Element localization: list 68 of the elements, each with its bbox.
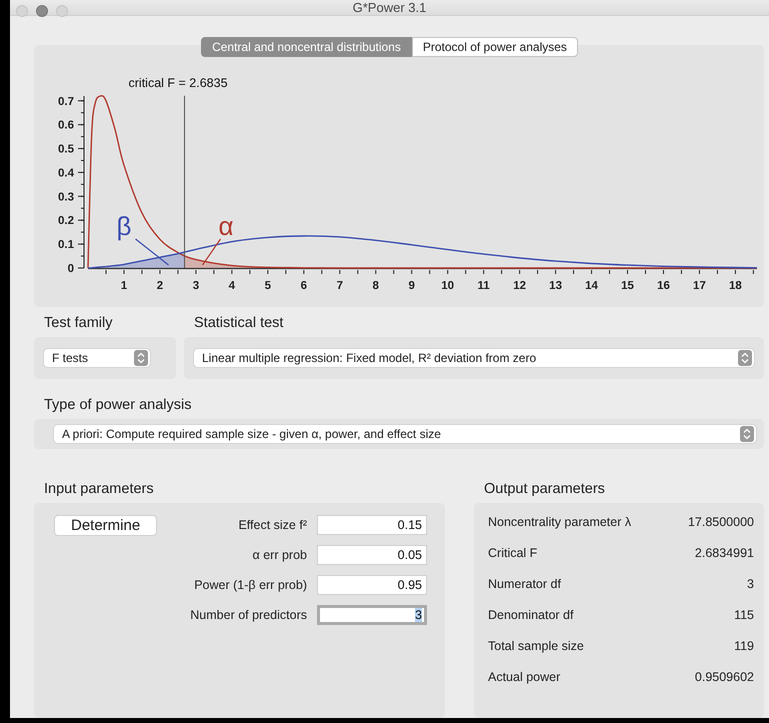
output-label: Noncentrality parameter λ — [488, 515, 632, 529]
x-tick-label: 10 — [441, 280, 454, 292]
dropdown[interactable]: F tests — [44, 349, 150, 367]
field-label: Power (1-β err prob) — [194, 578, 307, 592]
dropdown[interactable]: A priori: Compute required sample size - given α, power, and effect size — [54, 425, 756, 443]
output-label: Total sample size — [488, 639, 584, 653]
section-label: Type of power analysis — [43, 396, 192, 415]
leader-line — [135, 238, 169, 266]
determine-button[interactable]: Determine — [54, 515, 158, 536]
dropdown[interactable]: Linear multiple regression: Fixed model, R² deviation from zero — [194, 349, 754, 367]
x-tick-label: 14 — [585, 280, 598, 292]
y-tick-label: 0.4 — [58, 167, 74, 180]
stepper-icon — [134, 350, 148, 366]
x-tick-label: 7 — [336, 280, 343, 292]
section-label: Test family — [43, 314, 114, 333]
section-label: Input parameters — [43, 480, 155, 499]
field-label: Effect size f² — [238, 518, 307, 532]
output-value: 0.9509602 — [694, 670, 754, 684]
stepper-icon — [738, 350, 752, 366]
y-tick-label: 0.7 — [58, 96, 74, 108]
x-tick-label: 3 — [192, 280, 200, 292]
output-value: 2.6834991 — [694, 546, 754, 560]
input-field[interactable]: 0.15 — [317, 515, 427, 535]
output-label: Numerator df — [488, 577, 561, 591]
tab[interactable]: Protocol of power analyses — [412, 37, 578, 57]
x-tick-label: 12 — [513, 280, 526, 292]
x-tick-label: 9 — [408, 280, 415, 292]
x-tick-label: 4 — [228, 280, 236, 292]
zoom-button[interactable] — [56, 5, 68, 17]
field-label: Number of predictors — [190, 608, 307, 622]
input-field[interactable]: 0.05 — [317, 545, 427, 565]
y-tick-label: 0.3 — [58, 191, 74, 204]
x-tick-label: 1 — [120, 280, 128, 292]
critical-label: critical F = 2.6835 — [128, 76, 228, 90]
y-tick-label: 0.1 — [58, 239, 74, 252]
x-tick-label: 15 — [621, 280, 634, 292]
output-value: 115 — [734, 608, 754, 622]
leader-line — [202, 238, 222, 266]
x-tick-label: 8 — [372, 280, 379, 292]
input-field[interactable]: 3 — [317, 605, 427, 625]
field-label: α err prob — [252, 548, 307, 562]
close-button[interactable] — [16, 5, 28, 17]
output-value: 119 — [734, 639, 754, 653]
y-tick-label: 0.2 — [58, 215, 74, 228]
y-tick-label: 0.5 — [58, 144, 74, 156]
y-tick-label: 0.6 — [58, 120, 74, 132]
input-field[interactable]: 0.95 — [317, 575, 427, 595]
output-label: Denominator df — [488, 608, 574, 622]
stepper-icon — [740, 426, 754, 442]
window-title: G*Power 3.1 — [352, 0, 426, 15]
output-value: 17.8500000 — [688, 515, 754, 529]
output-label: Critical F — [488, 546, 538, 560]
x-tick-label: 6 — [300, 280, 307, 292]
x-tick-label: 5 — [264, 280, 272, 292]
output-value: 3 — [747, 577, 754, 591]
x-tick-label: 18 — [729, 280, 742, 292]
x-tick-label: 2 — [156, 280, 164, 292]
y-tick-label: 0 — [68, 263, 74, 275]
section-label: Output parameters — [483, 480, 606, 499]
x-tick-label: 11 — [478, 280, 490, 292]
x-tick-label: 16 — [657, 280, 670, 292]
x-tick-label: 17 — [693, 280, 706, 292]
output-label: Actual power — [488, 670, 560, 684]
x-tick-label: 13 — [549, 280, 562, 292]
section-label: Statistical test — [193, 314, 284, 333]
area-label: β — [116, 211, 132, 241]
area-label: α — [218, 211, 234, 241]
minimize-button[interactable] — [36, 5, 48, 17]
